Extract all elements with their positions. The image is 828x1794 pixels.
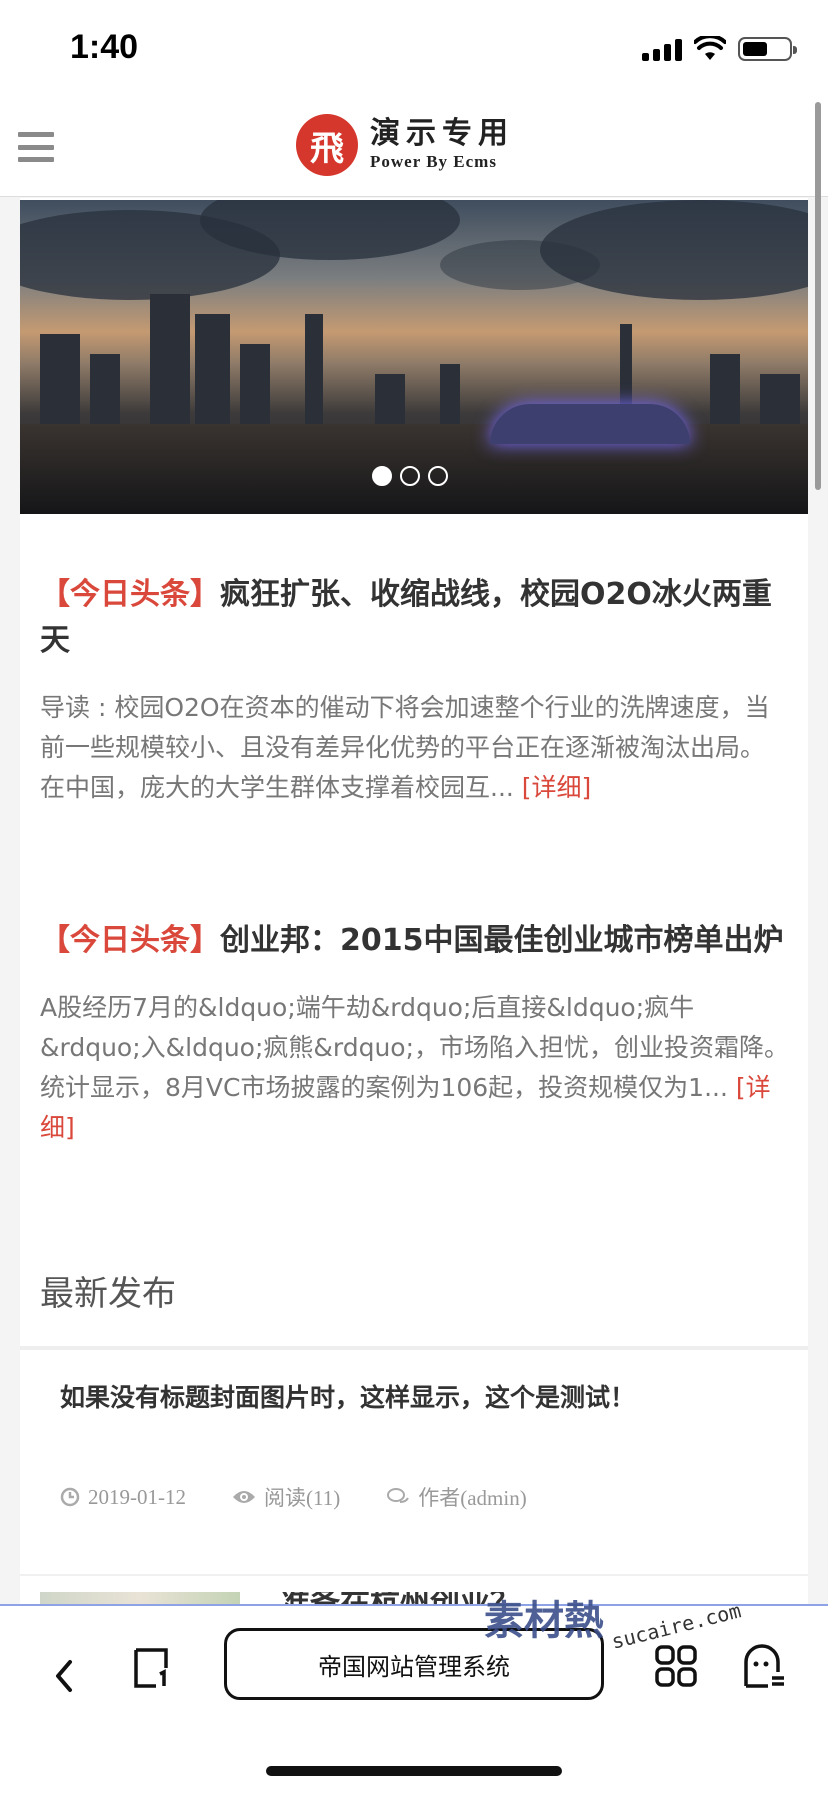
- watermark-url: sucaire.com: [609, 1598, 744, 1654]
- menu-icon[interactable]: [18, 132, 54, 162]
- ghost-icon[interactable]: [742, 1642, 786, 1690]
- page-scrollbar[interactable]: [815, 102, 821, 490]
- back-icon[interactable]: [50, 1646, 80, 1706]
- headline-desc-text: A股经历7月的&ldquo;端午劫&rdquo;后直接&ldquo;疯牛&rdq…: [40, 993, 790, 1102]
- item-author: 作者(admin): [418, 1486, 527, 1510]
- item-views: 阅读(11): [264, 1486, 341, 1510]
- headline-title[interactable]: 【今日头条】疯狂扩张、收缩战线，校园O2O冰火两重天: [40, 572, 790, 664]
- tabs-icon[interactable]: [130, 1646, 174, 1690]
- headline-tag: 【今日头条】: [40, 923, 220, 958]
- banner-dot[interactable]: [428, 466, 448, 486]
- comment-icon: [387, 1488, 410, 1503]
- status-time: 1:40: [70, 28, 139, 66]
- grid-icon[interactable]: [654, 1644, 698, 1688]
- logo-seal: 飛: [296, 114, 358, 176]
- battery-icon: [738, 37, 797, 61]
- headline-desc-text: 导读 : 校园O2O在资本的催动下将会加速整个行业的洗牌速度，当前一些规模较小、…: [40, 693, 770, 802]
- banner-dots: [372, 466, 448, 486]
- wifi-icon: [694, 36, 726, 60]
- banner-slider[interactable]: [20, 200, 808, 514]
- headline-article[interactable]: 【今日头条】创业邦：2015中国最佳创业城市榜单出炉 A股经历7月的&ldquo…: [40, 918, 790, 1148]
- browser-toolbar: 帝国网站管理系统 素材熱 sucaire.com: [0, 1598, 828, 1794]
- site-logo[interactable]: 飛 演示专用 Power By Ecms: [296, 114, 514, 176]
- section-divider: [20, 1346, 808, 1350]
- banner-dot[interactable]: [400, 466, 420, 486]
- headline-title[interactable]: 【今日头条】创业邦：2015中国最佳创业城市榜单出炉: [40, 918, 790, 964]
- detail-link[interactable]: [详细]: [522, 773, 592, 802]
- status-icons: [642, 34, 797, 64]
- signal-icon: [642, 37, 682, 61]
- latest-item-title[interactable]: 如果没有标题封面图片时，这样显示，这个是测试！: [60, 1378, 635, 1414]
- status-bar: 1:40: [0, 0, 828, 100]
- home-indicator[interactable]: [266, 1766, 562, 1776]
- section-title: 最新发布: [40, 1274, 176, 1314]
- headline-desc: A股经历7月的&ldquo;端午劫&rdquo;后直接&ldquo;疯牛&rdq…: [40, 988, 790, 1148]
- latest-item-meta: 2019-01-12 阅读(11) 作者(admin): [60, 1482, 527, 1512]
- main-content: 【今日头条】疯狂扩张、收缩战线，校园O2O冰火两重天 导读 : 校园O2O在资本…: [20, 198, 808, 1612]
- headline-article[interactable]: 【今日头条】疯狂扩张、收缩战线，校园O2O冰火两重天 导读 : 校园O2O在资本…: [40, 572, 790, 808]
- headline-title-text: 创业邦：2015中国最佳创业城市榜单出炉: [220, 923, 784, 958]
- item-divider: [20, 1574, 808, 1576]
- logo-text: 演示专用 Power By Ecms: [370, 117, 514, 173]
- headline-tag: 【今日头条】: [40, 577, 220, 612]
- banner-dot[interactable]: [372, 466, 392, 486]
- logo-subtitle: Power By Ecms: [370, 152, 497, 171]
- headline-desc: 导读 : 校园O2O在资本的催动下将会加速整个行业的洗牌速度，当前一些规模较小、…: [40, 688, 790, 808]
- watermark-text: 素材熱: [484, 1598, 604, 1644]
- logo-title: 演示专用: [370, 116, 514, 151]
- site-header: 飛 演示专用 Power By Ecms: [0, 100, 828, 197]
- item-date: 2019-01-12: [88, 1484, 186, 1509]
- watermark: 素材熱 sucaire.com: [484, 1588, 743, 1654]
- eye-icon: [233, 1491, 255, 1503]
- clock-icon: [60, 1487, 80, 1507]
